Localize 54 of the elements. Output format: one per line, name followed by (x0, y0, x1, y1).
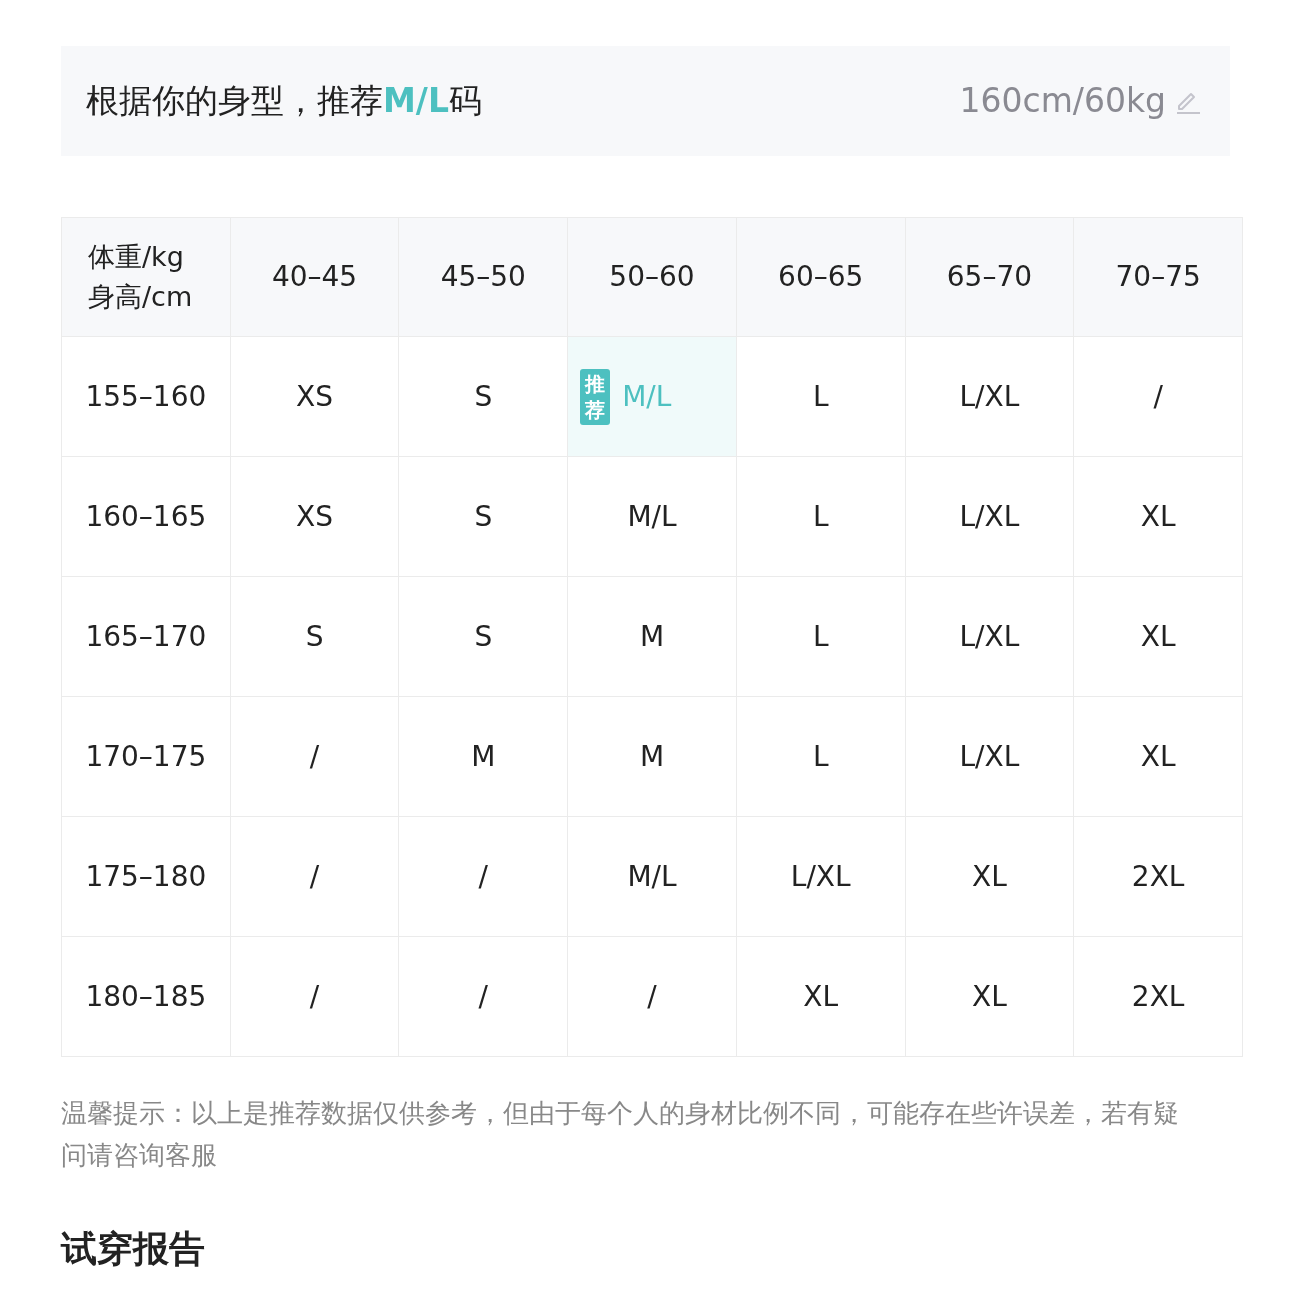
table-cell: / (1074, 337, 1243, 457)
table-cell: XL (736, 937, 906, 1057)
table-cell: M (568, 577, 737, 697)
row-header: 180–185 (62, 937, 231, 1057)
table-cell: / (399, 817, 569, 937)
table-cell: L/XL (905, 577, 1075, 697)
table-cell: / (568, 937, 737, 1057)
table-cell: L (736, 337, 906, 457)
table-cell: M (568, 697, 737, 817)
table-cell: L/XL (905, 457, 1075, 577)
table-cell: 2XL (1074, 937, 1243, 1057)
table-cell: / (230, 937, 400, 1057)
column-header: 70–75 (1074, 218, 1243, 337)
row-header: 160–165 (62, 457, 231, 577)
column-header: 45–50 (399, 218, 569, 337)
table-cell: M/L (568, 817, 737, 937)
table-cell: XL (1074, 457, 1243, 577)
column-header: 60–65 (736, 218, 906, 337)
table-cell: XS (230, 457, 400, 577)
column-header: 50–60 (568, 218, 737, 337)
table-cell: L (736, 457, 906, 577)
table-cell: XL (1074, 577, 1243, 697)
table-cell: L/XL (905, 337, 1075, 457)
recommendation-text: 根据你的身型，推荐M/L码 (86, 80, 482, 123)
size-text: M/L (622, 378, 672, 415)
table-cell: XL (905, 817, 1075, 937)
header-label: 身高/cm (88, 280, 193, 314)
table-cell: / (230, 817, 400, 937)
body-measurements: 160cm/60kg (959, 80, 1166, 123)
column-header: 40–45 (230, 218, 400, 337)
note-text: 温馨提示：以上是推荐数据仅供参考，但由于每个人的身材比例不同，可能存在些许误差，若有疑问请咨询客服 (61, 1097, 1180, 1172)
row-header: 155–160 (62, 337, 231, 457)
table-cell: / (230, 697, 400, 817)
table-cell: S (230, 577, 400, 697)
table-cell: M (399, 697, 569, 817)
column-header: 65–70 (905, 218, 1075, 337)
table-cell: L/XL (905, 697, 1075, 817)
table-cell: S (399, 577, 569, 697)
section-title: 试穿报告 (61, 1228, 206, 1270)
table-cell: XL (1074, 697, 1243, 817)
row-header: 175–180 (62, 817, 231, 937)
table-cell: 2XL (1074, 817, 1243, 937)
table-cell: XS (230, 337, 400, 457)
table-cell: / (399, 937, 569, 1057)
table-cell: L/XL (736, 817, 906, 937)
header-label: 体重/kg (88, 239, 184, 274)
table-cell: S (399, 457, 569, 577)
row-header: 170–175 (62, 697, 231, 817)
table-cell: M/L (568, 457, 737, 577)
table-cell: L (736, 697, 906, 817)
row-header: 165–170 (62, 577, 231, 697)
recommend-badge: 推荐 (580, 368, 611, 425)
table-cell: XL (905, 937, 1075, 1057)
table-cell: L (736, 577, 906, 697)
